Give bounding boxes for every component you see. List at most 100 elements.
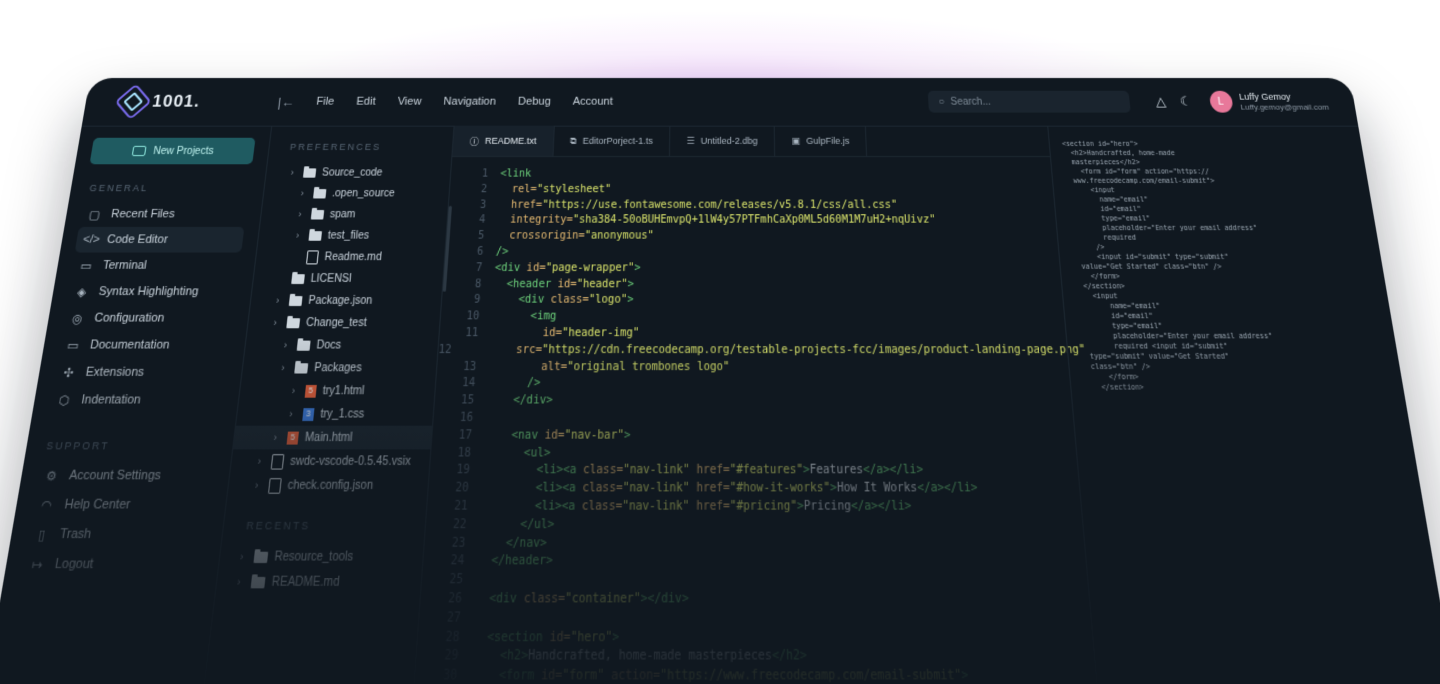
collapse-sidebar-icon[interactable]: |← — [265, 94, 307, 109]
code-text: <div id="page-wrapper"> — [494, 261, 641, 277]
logo-icon — [114, 83, 152, 121]
code-text: </ul> — [479, 517, 554, 535]
tree-item[interactable]: › swdc-vscode-0.5.45.vsix — [230, 449, 430, 473]
line-number: 1 — [481, 168, 489, 180]
sidebar-item-syntax-highlighting[interactable]: ◈ Syntax Highlighting — [66, 279, 238, 305]
code-text: <h2>Handcrafted, home-made masterpieces<… — [472, 648, 808, 667]
tree-item[interactable]: › spam — [260, 204, 448, 225]
recent-item[interactable]: › README.md — [216, 569, 422, 594]
tree-item[interactable]: › Docs — [244, 334, 438, 357]
tree-item[interactable]: › Package.json — [250, 289, 442, 311]
minimap-line: <h2>Handcrafted, home-made — [1062, 148, 1176, 158]
code-token: href= — [696, 481, 730, 496]
code-icon: </> — [82, 233, 101, 247]
code-text: <header id="header"> — [493, 277, 634, 293]
tree-item-label: Docs — [315, 338, 342, 352]
tab-editorporject-1-ts[interactable]: ⧉ EditorPorject-1.ts — [553, 125, 671, 157]
line-number: 4 — [478, 214, 486, 227]
tree-item-label: try_1.css — [319, 407, 365, 421]
tree-item[interactable]: › Source_code — [265, 162, 451, 183]
code-text: <section id="hero"> — [473, 629, 620, 648]
line-number: 3 — [479, 199, 487, 211]
bell-icon[interactable]: △ — [1155, 94, 1167, 110]
sidebar-item-account-settings[interactable]: ⚙ Account Settings — [35, 461, 215, 490]
chevron-right-icon: › — [254, 479, 259, 492]
brand[interactable]: 1001. — [84, 83, 268, 121]
tree-item[interactable]: › 5 Main.html — [233, 425, 433, 450]
recents-list: › Resource_tools › README.md — [216, 544, 424, 594]
sidebar-item-recent-files[interactable]: ▢ Recent Files — [79, 202, 248, 227]
tree-item[interactable]: LICENSI — [252, 268, 443, 290]
recent-item-label: README.md — [271, 575, 341, 589]
tab-untitled-2-dbg[interactable]: ☰ Untitled-2.dbg — [669, 125, 776, 157]
search-input[interactable]: ○ Search... — [927, 90, 1131, 113]
menu-debug[interactable]: Debug — [518, 96, 551, 108]
tree-item[interactable]: › Change_test — [247, 312, 440, 334]
tree-item[interactable]: › check.config.json — [227, 473, 428, 497]
folder-icon — [291, 273, 305, 284]
code-line: 8 <header id="header"> — [443, 277, 1062, 293]
new-project-button[interactable]: New Projects — [89, 137, 256, 165]
chevron-right-icon: › — [290, 167, 295, 178]
tree-item[interactable]: Readme.md — [255, 246, 445, 268]
code-token: "#how-it-works" — [729, 481, 831, 496]
line-number: 15 — [460, 394, 475, 408]
sidebar-item-indentation[interactable]: ⬡ Indentation — [47, 386, 224, 414]
sidebar-item-documentation[interactable]: ▭ Documentation — [57, 332, 232, 359]
menu-navigation[interactable]: Navigation — [443, 96, 496, 108]
sidebar-item-terminal[interactable]: ▭ Terminal — [70, 253, 241, 279]
code-token: /> — [487, 377, 541, 391]
sidebar-item-help-center[interactable]: ◠ Help Center — [30, 490, 212, 519]
code-line: 13 alt="original trombones logo" — [437, 359, 1070, 376]
tree-item[interactable]: › 5 try1.html — [239, 379, 436, 402]
code-token: href= — [498, 199, 543, 211]
code-text: <div class="logo"> — [492, 293, 633, 309]
menu-view[interactable]: View — [397, 96, 422, 108]
stage: 1001. |← File Edit View Navigation Debug… — [0, 0, 1440, 684]
line-number: 17 — [458, 428, 473, 442]
line-number: 14 — [461, 377, 476, 391]
code-token: /> — [495, 246, 509, 258]
top-icons: △ ☾ — [1155, 94, 1193, 110]
sidebar-item-label: Extensions — [84, 365, 145, 380]
tree-item[interactable]: › .open_source — [263, 183, 450, 204]
folder-icon — [308, 230, 323, 241]
minimap-line: type="submit" value="Get Started" — [1081, 351, 1230, 361]
chevron-right-icon: › — [257, 455, 262, 468]
tab-readme-txt[interactable]: ⓘ README.txt — [452, 125, 555, 157]
menu-edit[interactable]: Edit — [356, 96, 376, 108]
code-token: "https://cdn.freecodecamp.org/testable-p… — [541, 343, 1086, 357]
code-area[interactable]: 1 <link 2 rel="stylesheet" 3 href="https://… — [413, 157, 1098, 684]
user-profile[interactable]: L Luffy Gemoy Luffy.gemoy@gmail.com — [1208, 90, 1330, 113]
menu-account[interactable]: Account — [573, 96, 613, 108]
minimap-line: type="email" — [1078, 321, 1163, 331]
code-token: href= — [696, 464, 730, 478]
tree-item[interactable]: › test_files — [258, 225, 447, 246]
folder-icon — [250, 576, 266, 588]
sidebar-item-trash[interactable]: ▯ Trash — [25, 520, 208, 550]
tree-item[interactable]: › 3 try_1.css — [236, 402, 434, 425]
minimap-line: placeholder="Enter your email address" — [1079, 331, 1274, 341]
sidebar-item-logout[interactable]: ↦ Logout — [20, 549, 205, 579]
tree-item-label: check.config.json — [287, 478, 374, 493]
code-line: 7 <div id="page-wrapper"> — [444, 261, 1061, 277]
code-text: <ul> — [484, 445, 551, 463]
general-nav: ▢ Recent Files </> Code Editor ▭ Terminal ◈ Syn… — [47, 202, 247, 414]
tab-label: EditorPorject-1.ts — [582, 135, 653, 146]
recent-item[interactable]: › Resource_tools — [219, 544, 424, 569]
sidebar-item-configuration[interactable]: ◎ Configuration — [61, 305, 234, 332]
sidebar-item-extensions[interactable]: ✣ Extensions — [52, 359, 228, 386]
tree-item[interactable]: › Packages — [242, 356, 437, 379]
recents-title: RECENTS — [245, 519, 312, 532]
sidebar-item-code-editor[interactable]: </> Code Editor — [74, 226, 245, 253]
minimap[interactable]: <section id="hero"> <h2>Handcrafted, hom… — [1047, 125, 1440, 684]
code-token: id= — [549, 630, 571, 645]
moon-icon[interactable]: ☾ — [1179, 94, 1193, 110]
tab-gulpfile-js[interactable]: ▣ GulpFile.js — [774, 125, 868, 157]
menu-file[interactable]: File — [316, 96, 335, 108]
code-line: 18 <ul> — [430, 445, 1076, 463]
chevron-right-icon: › — [236, 575, 242, 589]
code-token: > — [611, 630, 620, 645]
code-token: "#features" — [729, 464, 804, 478]
file-icon — [267, 477, 282, 494]
